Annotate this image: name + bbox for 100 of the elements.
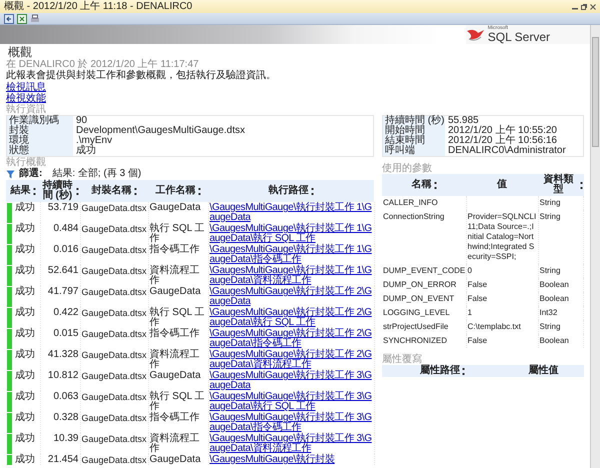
result-text: 成功	[15, 266, 35, 278]
table-cell: 0.422	[40, 307, 80, 328]
table-cell: 指令碼工作	[148, 412, 208, 433]
column-header[interactable]: 封裝名稱	[80, 180, 148, 202]
info-label: 結束時間	[383, 136, 445, 146]
restore-icon[interactable]	[581, 4, 587, 10]
path-link[interactable]: \GaugesMultiGauge\執行封裝工作 2\GaugeData\指令碼工作	[210, 329, 372, 349]
table-cell: GaugeData.dtsx	[80, 454, 148, 465]
table-cell: GaugeData.dtsx	[80, 328, 148, 349]
filter-value[interactable]: 結果: 全部; (再 3 個)	[52, 169, 142, 179]
column-header[interactable]: 執行路徑	[208, 180, 374, 202]
table-cell: DUMP_EVENT_CODE	[382, 264, 466, 278]
column-header[interactable]: 持續時間 (秒)	[40, 180, 80, 202]
table-cell: CALLER_INFO	[382, 196, 466, 210]
path-link[interactable]: \GaugesMultiGauge\執行封裝工作 3\GaugeData	[210, 371, 372, 391]
sort-icon	[32, 188, 36, 194]
column-header[interactable]: 名稱	[382, 174, 466, 196]
table-cell: False	[466, 334, 538, 348]
result-text: 成功	[15, 287, 35, 299]
report-description: 此報表會提供與封裝工作和參數概觀，包括執行及驗證資訊。	[6, 70, 277, 81]
table-cell: GaugeData.dtsx	[80, 370, 148, 391]
info-value: 2012/1/20 上午 10:55:20	[447, 126, 558, 136]
table-cell: 1	[466, 306, 538, 320]
path-link[interactable]: \GaugesMultiGauge\執行封裝工作 2\GaugeData\資料流程工作	[210, 350, 372, 370]
table-cell: GaugeData.dtsx	[80, 433, 148, 454]
table-cell: 41.328	[40, 349, 80, 370]
table-cell: 21.454	[40, 454, 80, 465]
table-cell: GaugeData	[148, 454, 208, 465]
scrollbar-thumb[interactable]	[592, 37, 599, 147]
table-cell: String	[538, 210, 584, 264]
table-cell: GaugeData	[148, 202, 208, 223]
table-cell: 資料流程工作	[148, 349, 208, 370]
info-value: Development\GaugesMultiGauge.dtsx	[75, 126, 246, 136]
table-cell: strProjectUsedFile	[382, 320, 466, 334]
export-icon[interactable]	[17, 14, 27, 24]
close-icon[interactable]	[590, 4, 596, 10]
report-subtitle: 在 DENALIRC0 於 2012/1/20 上午 11:17:47	[6, 59, 199, 70]
table-cell: 53.719	[40, 202, 80, 223]
path-link[interactable]: \GaugesMultiGauge\執行封裝	[210, 455, 372, 465]
table-cell: 指令碼工作	[148, 328, 208, 349]
sort-icon	[310, 188, 314, 194]
path-link[interactable]: \GaugesMultiGauge\執行封裝工作 1\GaugeData\資料流程工作	[210, 266, 372, 286]
result-text: 成功	[15, 350, 35, 362]
table-cell: String	[538, 320, 584, 334]
path-link[interactable]: \GaugesMultiGauge\執行封裝工作 3\GaugeData\執行 SQL 工作	[210, 392, 372, 412]
print-icon[interactable]	[30, 14, 40, 24]
table-cell: 執行 SQL 工作	[148, 391, 208, 412]
table-cell: GaugeData.dtsx	[80, 202, 148, 223]
column-header[interactable]: 工作名稱	[148, 180, 208, 202]
column-header[interactable]: 結果	[6, 180, 40, 202]
table-cell: 10.812	[40, 370, 80, 391]
sort-icon	[580, 182, 582, 188]
table-cell: ConnectionString	[382, 210, 466, 264]
table-cell: GaugeData.dtsx	[80, 307, 148, 328]
result-text: 成功	[15, 245, 35, 257]
table-cell: 0.063	[40, 391, 80, 412]
column-header[interactable]: 資料類型	[538, 174, 584, 196]
window-title: 概觀 - 2012/1/20 上午 11:18 - DENALIRC0	[4, 0, 192, 12]
table-cell: 0.484	[40, 223, 80, 244]
table-cell: 資料流程工作	[148, 433, 208, 454]
info-value: .\myEnv	[75, 136, 112, 146]
path-link[interactable]: \GaugesMultiGauge\執行封裝工作 1\GaugeData\執行 SQL 工作	[210, 224, 372, 244]
path-link[interactable]: \GaugesMultiGauge\執行封裝工作 2\GaugeData\執行 SQL 工作	[210, 308, 372, 328]
path-link[interactable]: \GaugesMultiGauge\執行封裝工作 1\GaugeData\指令碼工作	[210, 245, 372, 265]
info-value: 成功	[75, 146, 96, 156]
path-link[interactable]: \GaugesMultiGauge\執行封裝工作 2\GaugeData	[210, 287, 372, 307]
result-text: 成功	[15, 308, 35, 320]
table-cell: 執行 SQL 工作	[148, 223, 208, 244]
path-link[interactable]: \GaugesMultiGauge\執行封裝工作 1\GaugeData	[210, 203, 372, 223]
path-link[interactable]: \GaugesMultiGauge\執行封裝工作 3\GaugeData\指令碼工作	[210, 413, 372, 433]
table-cell: GaugeData.dtsx	[80, 391, 148, 412]
table-cell: False	[466, 292, 538, 306]
back-icon[interactable]	[4, 14, 14, 24]
result-text: 成功	[15, 203, 35, 215]
table-cell: Boolean	[538, 292, 584, 306]
table-cell: LOGGING_LEVEL	[382, 306, 466, 320]
table-cell: 執行 SQL 工作	[148, 307, 208, 328]
table-cell: GaugeData	[148, 286, 208, 307]
info-label: 狀態	[7, 146, 73, 156]
info-label: 作業識別碼	[7, 116, 73, 126]
table-cell: DUMP_ON_ERROR	[382, 278, 466, 292]
scrollbar[interactable]	[590, 25, 600, 468]
path-link[interactable]: \GaugesMultiGauge\執行封裝工作 3\GaugeData\資料流程工作	[210, 434, 372, 454]
table-cell: GaugeData.dtsx	[80, 412, 148, 433]
table-cell: GaugeData.dtsx	[80, 244, 148, 265]
report-link[interactable]: 檢視訊息	[6, 82, 46, 93]
column-header[interactable]: 屬性路徑	[382, 365, 504, 377]
report-link[interactable]: 檢視效能	[6, 93, 46, 104]
table-cell: GaugeData.dtsx	[80, 265, 148, 286]
result-text: 成功	[15, 371, 35, 383]
table-cell: 41.797	[40, 286, 80, 307]
table-cell: String	[538, 196, 584, 210]
table-cell: Boolean	[538, 278, 584, 292]
result-text: 成功	[15, 455, 35, 465]
result-text: 成功	[15, 224, 35, 236]
logo-wordmark: SQL Server	[488, 31, 550, 43]
table-cell: GaugeData.dtsx	[80, 286, 148, 307]
table-cell: 0.328	[40, 412, 80, 433]
table-cell: GaugeData	[148, 370, 208, 391]
table-cell: C:\templabc.txt	[466, 320, 538, 334]
